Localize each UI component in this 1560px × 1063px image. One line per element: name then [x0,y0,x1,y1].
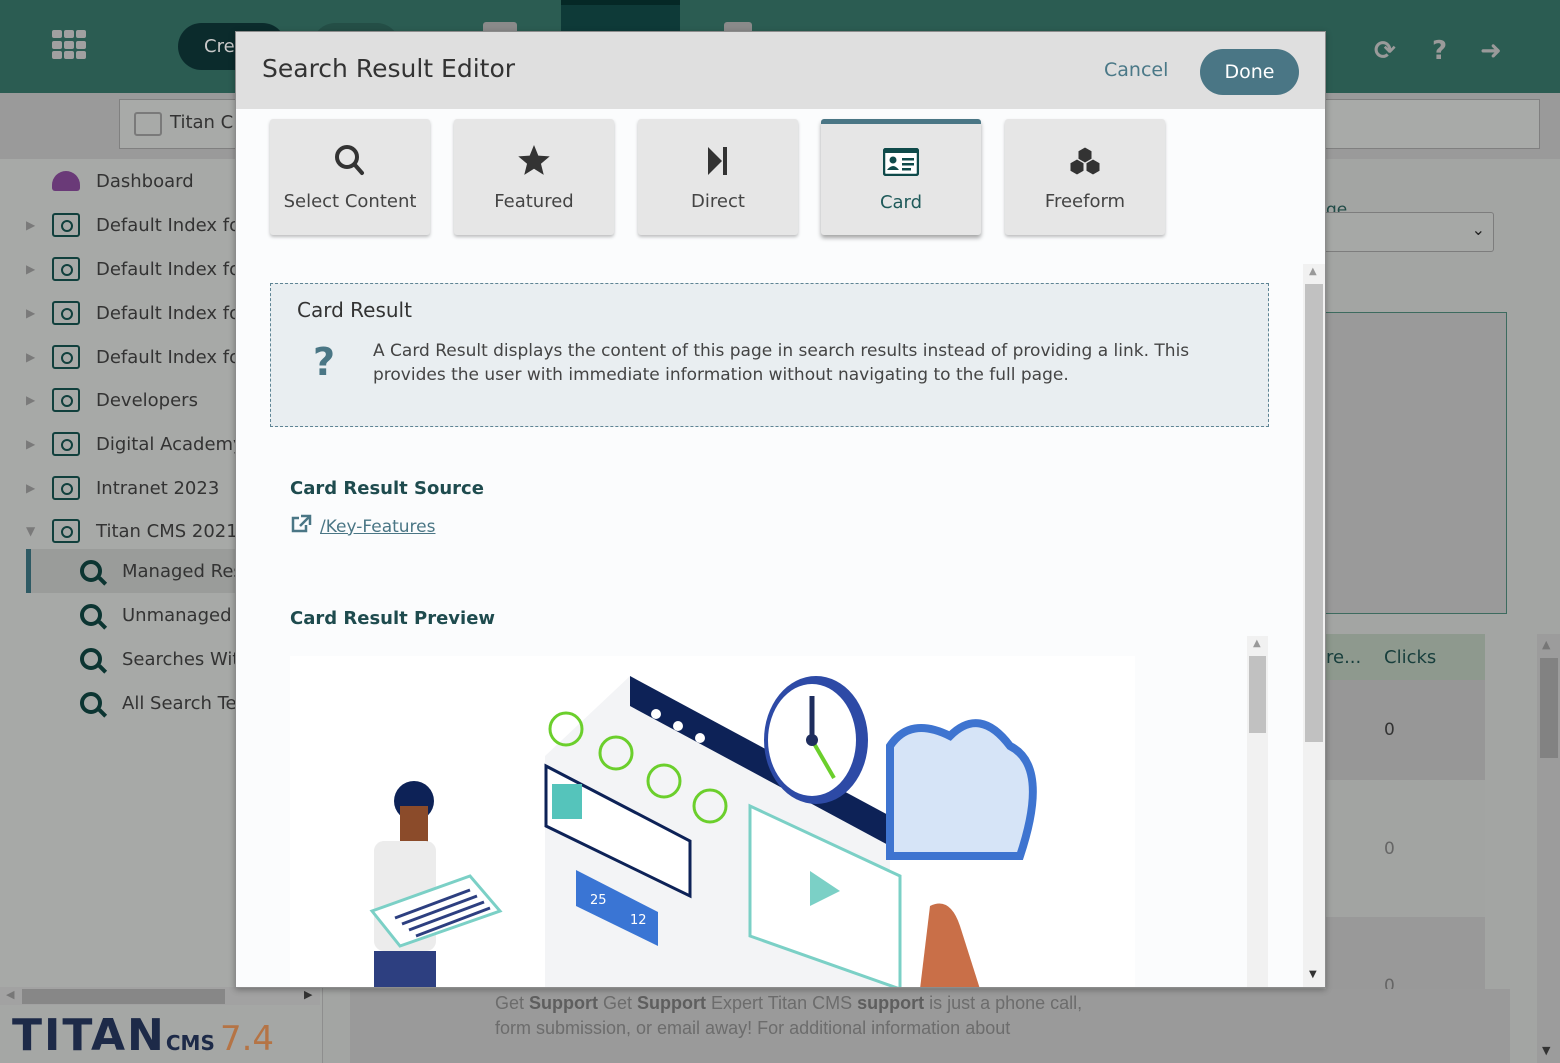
expand-caret-icon[interactable]: ▶ [26,481,35,495]
dialog-scrollbar[interactable]: ▲ ▼ [1303,264,1325,987]
scrollbar-thumb[interactable] [22,989,225,1004]
card-result-info-box: Card Result ? A Card Result displays the… [270,283,1269,427]
support-text: Get Support Get Support Expert Titan CMS… [495,993,1083,1038]
scroll-down-icon[interactable]: ▼ [1542,1044,1550,1057]
expand-caret-icon[interactable]: ▶ [26,262,35,276]
logout-icon[interactable]: ➜ [1480,36,1502,66]
scroll-down-icon[interactable]: ▼ [1309,969,1317,980]
card-source-link[interactable]: /Key-Features [290,514,435,539]
scroll-right-icon[interactable]: ▶ [304,988,312,1001]
search-folder-icon [134,112,162,136]
clicks-value: 0 [1384,839,1395,859]
search-icon [270,143,430,179]
scrollbar-thumb[interactable] [1305,284,1323,742]
dashboard-icon [52,171,80,191]
person-right [920,903,980,987]
window-dot [695,733,705,743]
scroll-up-icon[interactable]: ▲ [1309,266,1317,277]
scroll-up-icon[interactable]: ▲ [1542,638,1550,651]
preview-scrollbar[interactable]: ▲ [1247,636,1268,987]
tab-freeform[interactable]: Freeform [1005,119,1165,235]
chevron-down-icon: ⌄ [1471,220,1485,239]
search-folder-icon [52,432,80,456]
scrollbar-thumb[interactable] [1249,656,1266,733]
search-folder-icon [52,476,80,500]
search-folder-icon [52,388,80,412]
dialog-header: Search Result Editor Cancel Done [236,32,1325,109]
apps-grid-icon[interactable] [52,30,88,60]
search-icon [80,648,102,670]
column-header-partial[interactable]: re... [1326,647,1361,668]
window-dot [651,709,661,719]
card-result-source-heading: Card Result Source [290,478,484,499]
help-icon[interactable]: ? [1432,36,1447,66]
search-folder-icon [52,213,80,237]
comments-count: 12 [630,913,647,928]
search-folder-icon [52,257,80,281]
scroll-up-icon[interactable]: ▲ [1253,638,1261,649]
search-folder-icon [52,301,80,325]
expand-caret-icon[interactable]: ▶ [26,393,35,407]
table-row[interactable]: 0 [1326,780,1485,917]
tab-select-content[interactable]: Select Content [270,119,430,235]
search-folder-icon [52,345,80,369]
likes-count: 25 [590,893,607,908]
expand-caret-icon[interactable]: ▶ [26,218,35,232]
step-forward-icon [638,143,798,179]
clicks-value: 0 [1384,720,1395,740]
window-dot [673,721,683,731]
star-icon [454,143,614,179]
key-features-illustration: 25 12 [369,676,1037,987]
expand-caret-icon[interactable]: ▶ [26,350,35,364]
cubes-icon [1005,143,1165,179]
column-header-clicks[interactable]: Clicks [1384,647,1436,668]
titan-cms-logo: TITANCMS 7.4 [12,1010,275,1061]
support-snippet: Get Support Get Support Expert Titan CMS… [350,989,1510,1063]
table-header: re... Clicks [1326,634,1485,680]
sidebar-horizontal-scrollbar[interactable]: ◀ ▶ [0,987,320,1005]
question-mark-icon: ? [313,340,336,384]
table-row[interactable]: 0 [1326,680,1485,780]
search-folder-icon [52,519,80,543]
card-result-preview-heading: Card Result Preview [290,608,496,629]
collapse-caret-icon[interactable]: ▼ [26,524,35,538]
external-link-icon [290,514,312,539]
search-icon [80,560,102,582]
background-preview-box [1326,312,1507,614]
tab-featured[interactable]: Featured [454,119,614,235]
expand-caret-icon[interactable]: ▶ [26,306,35,320]
search-result-editor-dialog: Search Result Editor Cancel Done Select … [235,31,1326,988]
refresh-icon[interactable]: ⟳ [1374,36,1396,66]
search-icon [80,604,102,626]
scroll-left-icon[interactable]: ◀ [6,988,14,1001]
expand-caret-icon[interactable]: ▶ [26,437,35,451]
id-card-icon [821,144,981,180]
dialog-title: Search Result Editor [262,54,516,83]
card-preview-frame: 25 12 [290,656,1135,987]
cancel-button[interactable]: Cancel [1104,59,1168,81]
tab-direct[interactable]: Direct [638,119,798,235]
done-button[interactable]: Done [1200,49,1299,95]
table-scrollbar[interactable]: ▲ ▼ [1537,634,1560,1063]
tab-card[interactable]: Card [821,119,981,235]
info-description: A Card Result displays the content of th… [373,341,1190,385]
search-icon [80,692,102,714]
info-title: Card Result [297,298,412,322]
scrollbar-thumb[interactable] [1540,658,1558,758]
background-select[interactable]: ⌄ [1326,212,1494,252]
